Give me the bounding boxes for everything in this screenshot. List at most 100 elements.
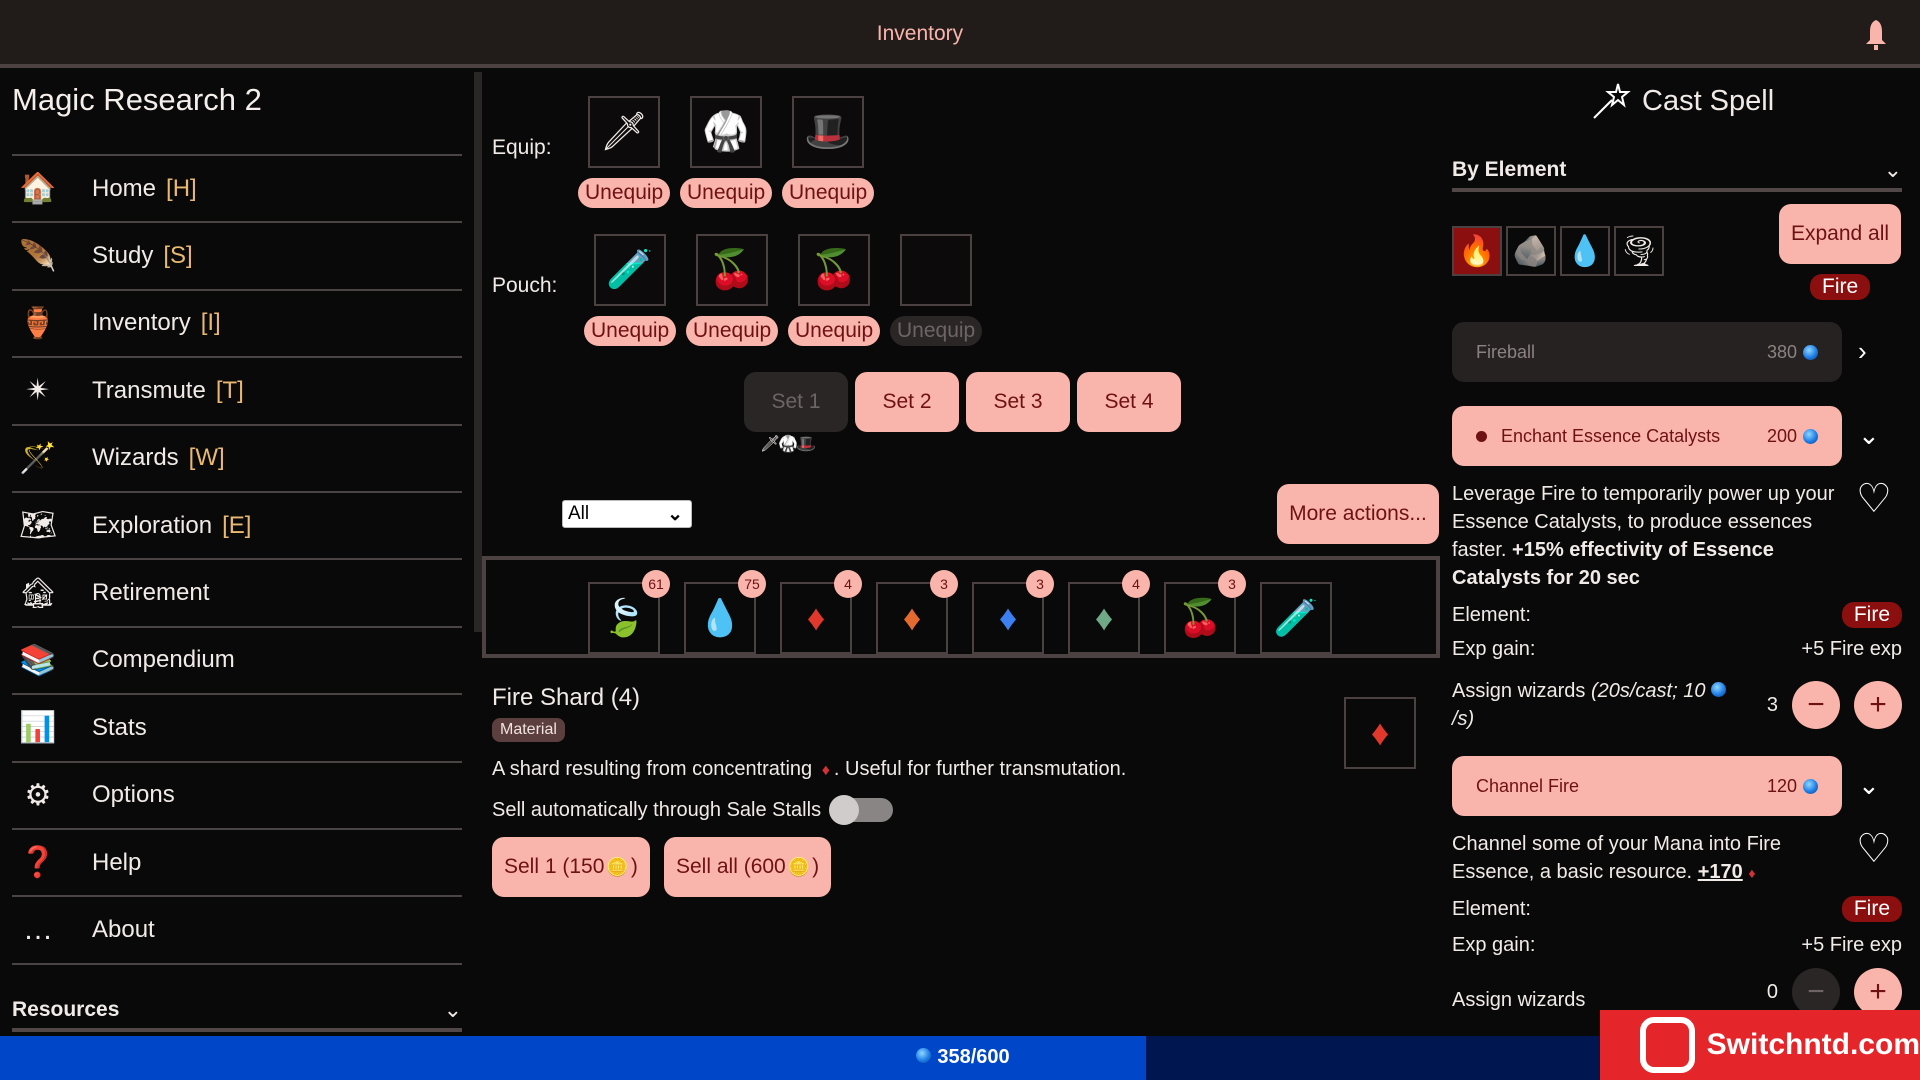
sidebar-item-label: Home bbox=[92, 174, 157, 202]
current-element-tag: Fire bbox=[1810, 274, 1871, 300]
fire-shard-icon: ♦ bbox=[1344, 697, 1416, 769]
pouch-slot-potion[interactable]: 🧪 bbox=[594, 234, 666, 306]
group-by-label: By Element bbox=[1452, 158, 1567, 181]
unequip-button[interactable]: Unequip bbox=[680, 178, 773, 208]
sell-all-button[interactable]: Sell all (600 🪙 ) bbox=[664, 837, 832, 897]
watermark: Switchntd.com bbox=[1600, 1010, 1920, 1080]
expand-all-button[interactable]: Expand all bbox=[1779, 204, 1901, 264]
sell-one-button[interactable]: Sell 1 (150 🪙 ) bbox=[492, 837, 650, 897]
earth-shard-icon: ♦ bbox=[902, 597, 922, 638]
inventory-item-air-shard[interactable]: ♦ 4 bbox=[1068, 570, 1150, 654]
paren: ) bbox=[812, 855, 820, 878]
element-label: Element: bbox=[1452, 897, 1531, 920]
unequip-button[interactable]: Unequip bbox=[584, 316, 677, 346]
set-3-button[interactable]: Set 3 bbox=[966, 372, 1070, 432]
favorite-heart-icon[interactable]: ♡ bbox=[1856, 476, 1892, 522]
element-tag: Fire bbox=[1841, 896, 1902, 922]
sidebar-item-stats[interactable]: 📊 Stats bbox=[12, 693, 462, 760]
shortcut-key: [H] bbox=[166, 174, 197, 202]
spell-channel-fire[interactable]: Channel Fire 120 bbox=[1452, 756, 1842, 816]
sidebar-item-retirement[interactable]: 🏚 Retirement bbox=[12, 558, 462, 625]
sidebar-item-compendium[interactable]: 📚 Compendium bbox=[12, 625, 462, 693]
inventory-main: Equip: Pouch: 🗡 Unequip 🥋 Unequip 🎩 Unequi… bbox=[482, 72, 1440, 1036]
wizard-count: 3 bbox=[1766, 693, 1778, 716]
pouch-slot-cherries[interactable]: 🍒 bbox=[696, 234, 768, 306]
increase-wizards-button[interactable]: + bbox=[1854, 681, 1902, 729]
exploration-icon: 🗺 bbox=[18, 509, 58, 543]
inventory-item-teal-leaf[interactable]: 🍃 61 bbox=[588, 570, 670, 654]
sidebar-item-transmute[interactable]: ✴ Transmute [T] bbox=[12, 356, 462, 423]
unequip-button[interactable]: Unequip bbox=[578, 178, 671, 208]
sidebar-item-study[interactable]: 🪶 Study [S] bbox=[12, 221, 462, 288]
inventory-item-water-shard[interactable]: ♦ 3 bbox=[972, 570, 1054, 654]
retirement-icon: 🏚 bbox=[18, 576, 58, 610]
hat-icon: 🎩 bbox=[804, 111, 852, 153]
decrease-wizards-button[interactable]: − bbox=[1792, 681, 1840, 729]
item-filter-select[interactable]: All ⌄ bbox=[562, 500, 692, 528]
potion-icon: 🧪 bbox=[1273, 597, 1319, 638]
item-detail-title: Fire Shard (4) bbox=[492, 684, 641, 711]
fire-essence-icon: ♦ bbox=[1748, 865, 1756, 881]
element-filter-water[interactable]: 💧 bbox=[1560, 226, 1610, 276]
inventory-item-water-essence[interactable]: 💧 75 bbox=[684, 570, 766, 654]
increase-wizards-button[interactable]: + bbox=[1854, 968, 1902, 1016]
more-actions-button[interactable]: More actions... bbox=[1277, 484, 1439, 544]
sidebar-item-inventory[interactable]: 🏺 Inventory [I] bbox=[12, 288, 462, 356]
set-1-button[interactable]: Set 1 bbox=[744, 372, 848, 432]
element-filter-air[interactable]: 🌪 bbox=[1614, 226, 1664, 276]
air-shard-icon: ♦ bbox=[1094, 597, 1114, 638]
inventory-item-cherries[interactable]: 🍒 3 bbox=[1164, 570, 1246, 654]
set-4-button[interactable]: Set 4 bbox=[1077, 372, 1181, 432]
unequip-button[interactable]: Unequip bbox=[782, 178, 875, 208]
decrease-wizards-button[interactable]: − bbox=[1792, 968, 1840, 1016]
spell-enchant-essence-catalysts[interactable]: Enchant Essence Catalysts 200 bbox=[1452, 406, 1842, 466]
pouch-slot-cherries[interactable]: 🍒 bbox=[798, 234, 870, 306]
bell-icon[interactable] bbox=[1862, 18, 1890, 52]
element-filter-fire[interactable]: 🔥 bbox=[1452, 226, 1502, 276]
unequip-button[interactable]: Unequip bbox=[890, 316, 983, 346]
app-title: Magic Research 2 bbox=[12, 82, 262, 117]
chevron-down-icon[interactable]: ⌄ bbox=[1858, 770, 1880, 801]
sidebar-item-exploration[interactable]: 🗺 Exploration [E] bbox=[12, 490, 462, 558]
desc-text-end: . Useful for further transmutation. bbox=[833, 758, 1127, 780]
sidebar-item-options[interactable]: ⚙ Options bbox=[12, 760, 462, 828]
resources-section-toggle[interactable]: Resources ⌄ bbox=[12, 992, 462, 1032]
nav-divider bbox=[12, 962, 462, 965]
favorite-heart-icon[interactable]: ♡ bbox=[1856, 826, 1892, 872]
mana-orb-icon bbox=[1803, 428, 1818, 444]
element-filter-earth[interactable]: 🪨 bbox=[1506, 226, 1556, 276]
sidebar-item-home[interactable]: 🏠 Home [H] bbox=[12, 154, 462, 221]
item-count-badge: 61 bbox=[642, 570, 670, 598]
home-icon: 🏠 bbox=[19, 172, 57, 206]
sidebar-item-wizards[interactable]: 🪄 Wizards [W] bbox=[12, 423, 462, 491]
unequip-button[interactable]: Unequip bbox=[788, 316, 881, 346]
sidebar-item-about[interactable]: … About bbox=[12, 895, 462, 962]
inventory-item-potion[interactable]: 🧪 bbox=[1260, 582, 1332, 654]
shortcut-key: [T] bbox=[215, 376, 244, 404]
spell-fireball[interactable]: Fireball 380 bbox=[1452, 322, 1842, 382]
equip-slot-hat[interactable]: 🎩 bbox=[792, 96, 864, 168]
inventory-item-fire-shard[interactable]: ♦ 4 bbox=[780, 570, 862, 654]
assign-note: (20s/cast; 10 bbox=[1590, 680, 1706, 702]
sidebar-item-label: Compendium bbox=[92, 646, 235, 674]
pouch-slot-empty[interactable] bbox=[900, 234, 972, 306]
coin-icon: 🪙 bbox=[606, 856, 629, 877]
inventory-item-earth-shard[interactable]: ♦ 3 bbox=[876, 570, 958, 654]
sell-one-label: Sell 1 (150 bbox=[504, 855, 605, 878]
fire-essence-icon: ♦ bbox=[821, 762, 830, 779]
spell-cost: 120 bbox=[1766, 775, 1797, 796]
unequip-button[interactable]: Unequip bbox=[686, 316, 779, 346]
sidebar-scrollbar[interactable] bbox=[474, 72, 482, 632]
equip-slot-armor[interactable]: 🥋 bbox=[690, 96, 762, 168]
element-label: Element: bbox=[1452, 603, 1531, 626]
mana-orb-icon bbox=[916, 1048, 932, 1063]
compendium-icon: 📚 bbox=[19, 643, 57, 677]
sidebar-item-help[interactable]: ❓ Help bbox=[12, 827, 462, 895]
equip-slot-sword[interactable]: 🗡 bbox=[588, 96, 660, 168]
sidebar-item-label: Retirement bbox=[92, 579, 210, 607]
set-2-button[interactable]: Set 2 bbox=[855, 372, 959, 432]
chevron-down-icon[interactable]: ⌄ bbox=[1858, 420, 1880, 451]
autosell-toggle[interactable] bbox=[829, 795, 894, 825]
group-by-dropdown[interactable]: By Element ⌄ bbox=[1452, 152, 1902, 192]
chevron-right-icon[interactable]: › bbox=[1858, 336, 1867, 367]
